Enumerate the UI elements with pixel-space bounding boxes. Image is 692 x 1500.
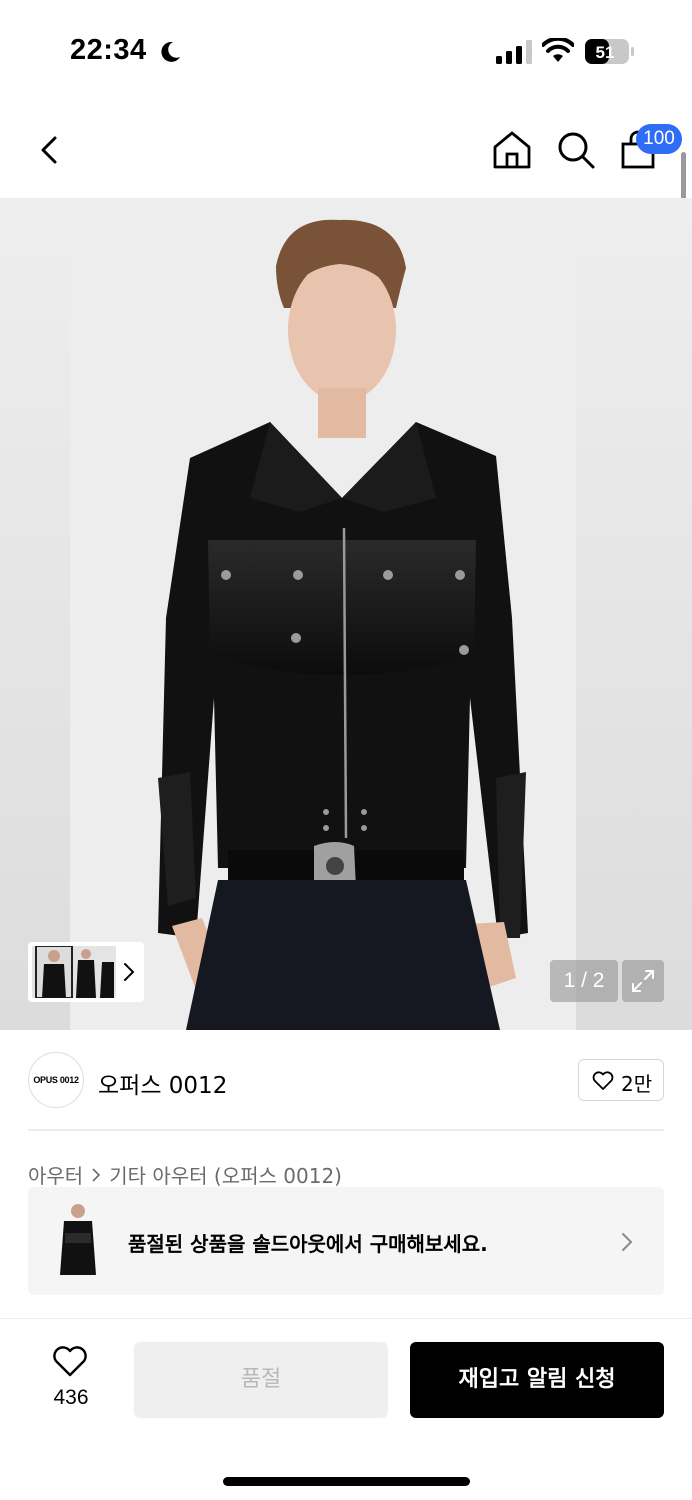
home-icon[interactable] [490,128,534,172]
search-icon[interactable] [554,128,598,172]
battery-level: 51 [596,43,615,62]
home-indicator [223,1477,470,1486]
soldout-banner-text: 품절된 상품을 솔드아웃에서 구매해보세요. [128,1232,488,1256]
battery-icon: 51 [585,39,634,64]
breadcrumb-category[interactable]: 기타 아우터 (오퍼스 0012) [109,1160,342,1189]
chevron-right-icon [92,1167,101,1182]
brand-name[interactable]: 오퍼스 0012 [98,1066,227,1100]
soldout-banner[interactable]: 품절된 상품을 솔드아웃에서 구매해보세요. [28,1187,664,1295]
heart-icon [592,1071,614,1090]
moon-icon [161,41,180,62]
product-image[interactable] [0,198,692,1030]
thumbnail-images [32,946,116,998]
heart-icon [53,1346,87,1377]
restock-alert-button[interactable]: 재입고 알림 신청 [410,1342,664,1418]
status-bar: 22:34 51 [0,0,692,100]
soldout-button[interactable]: 품절 [134,1342,388,1418]
brand-like-button[interactable]: 2만 [578,1059,664,1101]
banner-product-thumb [56,1201,100,1281]
wifi-icon [542,38,574,62]
brand-row[interactable]: OPUS 0012 오퍼스 0012 2만 [0,1030,692,1130]
chevron-right-icon [622,1233,633,1251]
product-photo [0,198,692,1030]
brand-like-count: 2만 [621,1072,653,1096]
breadcrumb: 아우터 기타 아우터 (오퍼스 0012) [28,1160,342,1189]
signal-icon [496,40,532,64]
image-counter: 1 / 2 [550,960,618,1002]
wishlist-button[interactable]: 436 [36,1344,106,1414]
expand-icon [632,970,654,992]
wishlist-count: 436 [53,1386,89,1409]
expand-button[interactable] [622,960,664,1002]
breadcrumb-outer[interactable]: 아우터 [28,1160,83,1189]
thumbnail-strip[interactable] [28,942,144,1002]
bottom-bar-divider [0,1318,692,1319]
top-nav [0,110,692,190]
back-icon[interactable] [30,130,70,170]
chevron-right-icon [124,963,135,981]
divider [28,1129,664,1131]
brand-logo[interactable]: OPUS 0012 [28,1052,84,1108]
cart-badge: 100 [636,124,682,154]
status-time: 22:34 [70,34,147,66]
